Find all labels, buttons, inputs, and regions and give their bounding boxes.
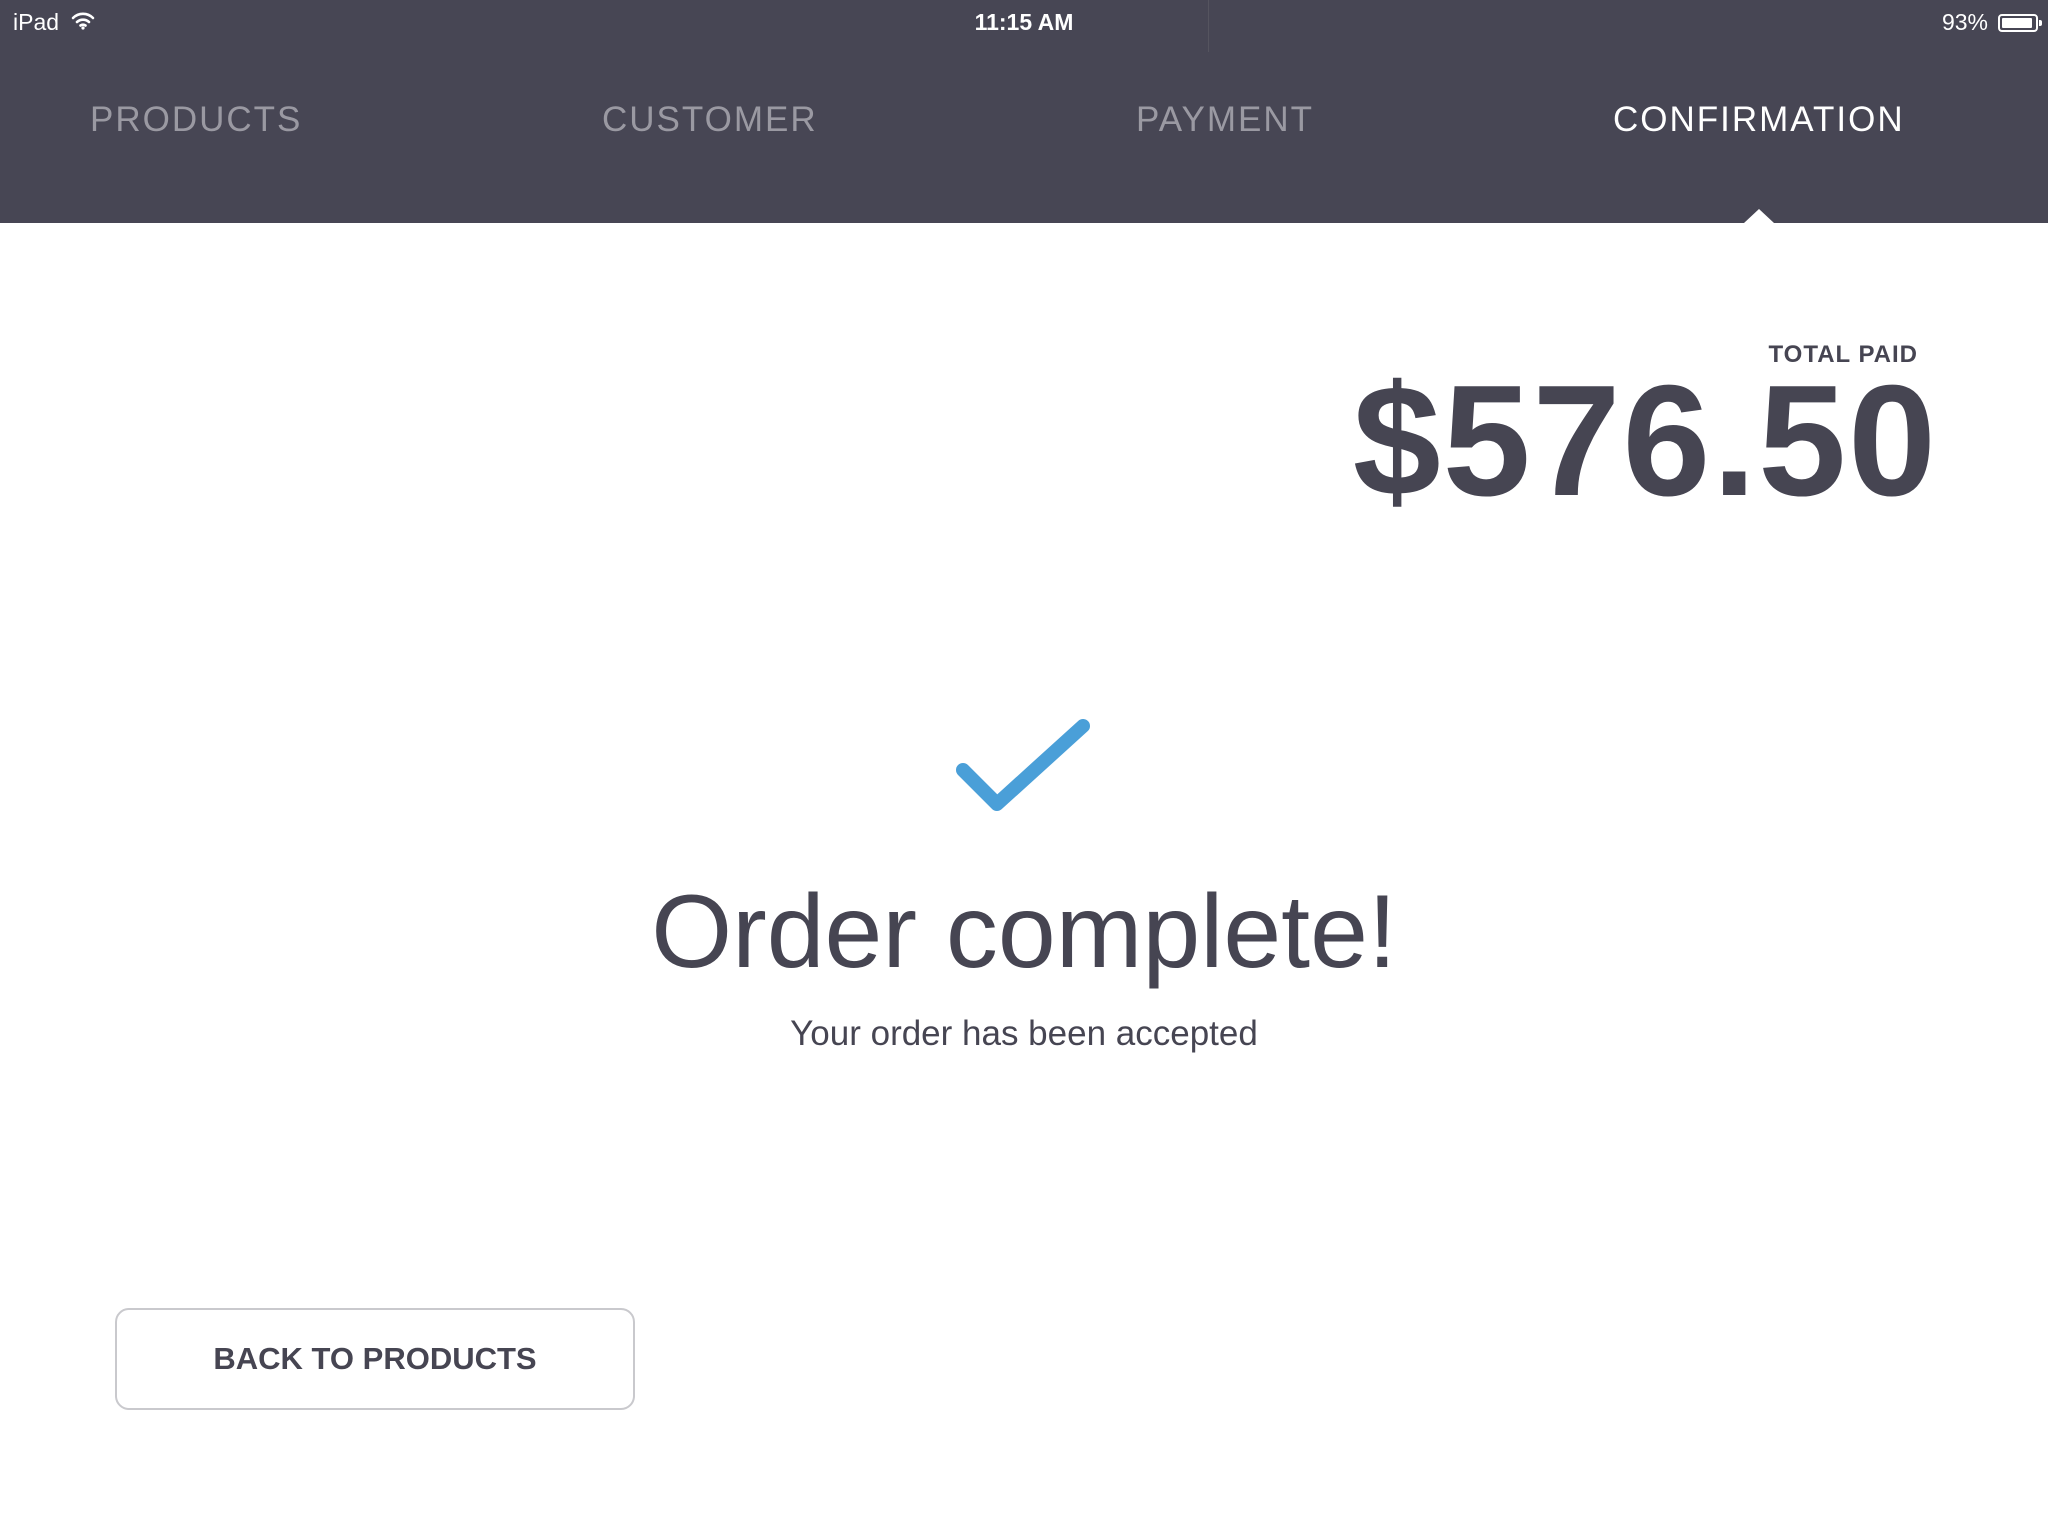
- tab-confirmation[interactable]: CONFIRMATION: [1613, 100, 1905, 140]
- status-right: 93%: [1941, 9, 2042, 36]
- tab-payment[interactable]: PAYMENT: [1136, 100, 1314, 140]
- active-tab-indicator: [1744, 209, 1774, 223]
- checkmark-icon: [955, 718, 1095, 818]
- status-time: 11:15 AM: [974, 9, 1074, 35]
- battery-percent: 93%: [1941, 9, 1988, 35]
- tab-customer[interactable]: CUSTOMER: [602, 100, 818, 140]
- back-to-products-button[interactable]: BACK TO PRODUCTS: [115, 1308, 635, 1410]
- battery-icon: [1998, 13, 2042, 32]
- tab-products[interactable]: PRODUCTS: [90, 100, 302, 140]
- total-paid-amount: $576.50: [1352, 353, 1938, 529]
- order-complete-title: Order complete!: [651, 874, 1397, 990]
- step-tabs: PRODUCTS CUSTOMER PAYMENT CONFIRMATION: [0, 100, 2048, 180]
- battery-tip: [2039, 19, 2042, 26]
- status-divider: [1208, 0, 1209, 52]
- top-header: iPad 11:15 AM 93% PRODUCTS CUSTOMER PAYM…: [0, 0, 2048, 223]
- order-complete-subtitle: Your order has been accepted: [790, 1014, 1258, 1053]
- status-bar: iPad 11:15 AM 93%: [0, 0, 2048, 52]
- battery-fill: [2002, 17, 2032, 28]
